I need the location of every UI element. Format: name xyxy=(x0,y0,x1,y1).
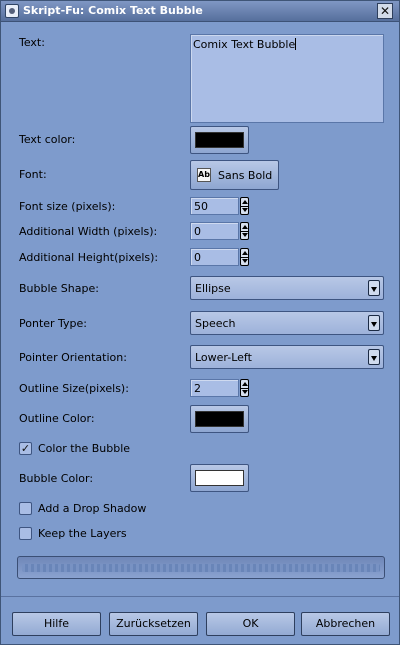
ok-button[interactable]: OK xyxy=(206,612,295,636)
chevron-down-icon[interactable] xyxy=(368,280,380,296)
pointer-orientation-value: Lower-Left xyxy=(195,351,252,364)
reset-button[interactable]: Zurücksetzen xyxy=(109,612,198,636)
drop-shadow-label[interactable]: Add a Drop Shadow xyxy=(38,502,146,515)
chevron-down-icon[interactable] xyxy=(368,315,380,331)
title-bar[interactable]: Skript-Fu: Comix Text Bubble ✕ xyxy=(1,1,399,22)
add-width-field[interactable]: 0 xyxy=(190,222,239,240)
pointer-orientation-label: Pointer Orientation: xyxy=(19,351,127,364)
progress-track xyxy=(22,564,380,572)
pointer-type-dropdown[interactable]: Speech xyxy=(190,311,384,335)
text-label: Text: xyxy=(19,36,45,49)
outline-color-label: Outline Color: xyxy=(19,412,95,425)
outline-color-button[interactable] xyxy=(190,405,249,433)
spinner-arrows-icon[interactable] xyxy=(240,248,249,266)
keep-layers-checkbox[interactable] xyxy=(19,527,32,540)
font-size-label: Font size (pixels): xyxy=(19,200,116,213)
font-size-field[interactable]: 50 xyxy=(190,197,239,215)
text-caret xyxy=(295,38,297,50)
spinner-arrows-icon[interactable] xyxy=(240,197,249,215)
cancel-button[interactable]: Abbrechen xyxy=(301,612,390,636)
bubble-color-button[interactable] xyxy=(190,464,249,492)
text-input[interactable]: Comix Text Bubble xyxy=(190,34,384,123)
pointer-orientation-dropdown[interactable]: Lower-Left xyxy=(190,345,384,369)
add-height-field[interactable]: 0 xyxy=(190,248,239,266)
text-color-button[interactable] xyxy=(190,126,249,154)
bubble-shape-dropdown[interactable]: Ellipse xyxy=(190,276,384,300)
pointer-type-value: Speech xyxy=(195,317,236,330)
dialog-window: Skript-Fu: Comix Text Bubble ✕ Text: Com… xyxy=(0,0,400,645)
help-button[interactable]: Hilfe xyxy=(12,612,101,636)
app-icon xyxy=(5,4,19,18)
chevron-down-icon[interactable] xyxy=(368,349,380,365)
text-color-swatch xyxy=(195,132,244,148)
font-icon: Ab xyxy=(197,168,211,182)
bubble-color-label: Bubble Color: xyxy=(19,472,94,485)
separator xyxy=(1,596,399,597)
spinner-arrows-icon[interactable] xyxy=(240,222,249,240)
add-height-spinner[interactable]: 0 xyxy=(190,248,250,266)
window-title: Skript-Fu: Comix Text Bubble xyxy=(23,4,203,17)
font-size-spinner[interactable]: 50 xyxy=(190,197,250,215)
outline-color-swatch xyxy=(195,411,244,427)
text-color-label: Text color: xyxy=(19,133,76,146)
color-bubble-label[interactable]: Color the Bubble xyxy=(38,442,130,455)
progress-bar xyxy=(17,556,385,579)
bubble-shape-label: Bubble Shape: xyxy=(19,282,99,295)
bubble-shape-value: Ellipse xyxy=(195,282,231,295)
add-width-spinner[interactable]: 0 xyxy=(190,222,250,240)
color-bubble-checkbox[interactable]: ✓ xyxy=(19,442,32,455)
spinner-arrows-icon[interactable] xyxy=(240,379,249,397)
outline-size-spinner[interactable]: 2 xyxy=(190,379,250,397)
font-value: Sans Bold xyxy=(218,169,273,182)
bubble-color-swatch xyxy=(195,470,244,486)
pointer-type-label: Ponter Type: xyxy=(19,317,88,330)
text-input-value: Comix Text Bubble xyxy=(193,38,296,51)
font-button[interactable]: Ab Sans Bold xyxy=(190,160,279,190)
outline-size-field[interactable]: 2 xyxy=(190,379,239,397)
outline-size-label: Outline Size(pixels): xyxy=(19,382,129,395)
font-label: Font: xyxy=(19,168,47,181)
add-height-label: Additional Height(pixels): xyxy=(19,251,159,264)
drop-shadow-checkbox[interactable] xyxy=(19,502,32,515)
keep-layers-label[interactable]: Keep the Layers xyxy=(38,527,127,540)
add-width-label: Additional Width (pixels): xyxy=(19,225,158,238)
close-button[interactable]: ✕ xyxy=(377,3,393,19)
